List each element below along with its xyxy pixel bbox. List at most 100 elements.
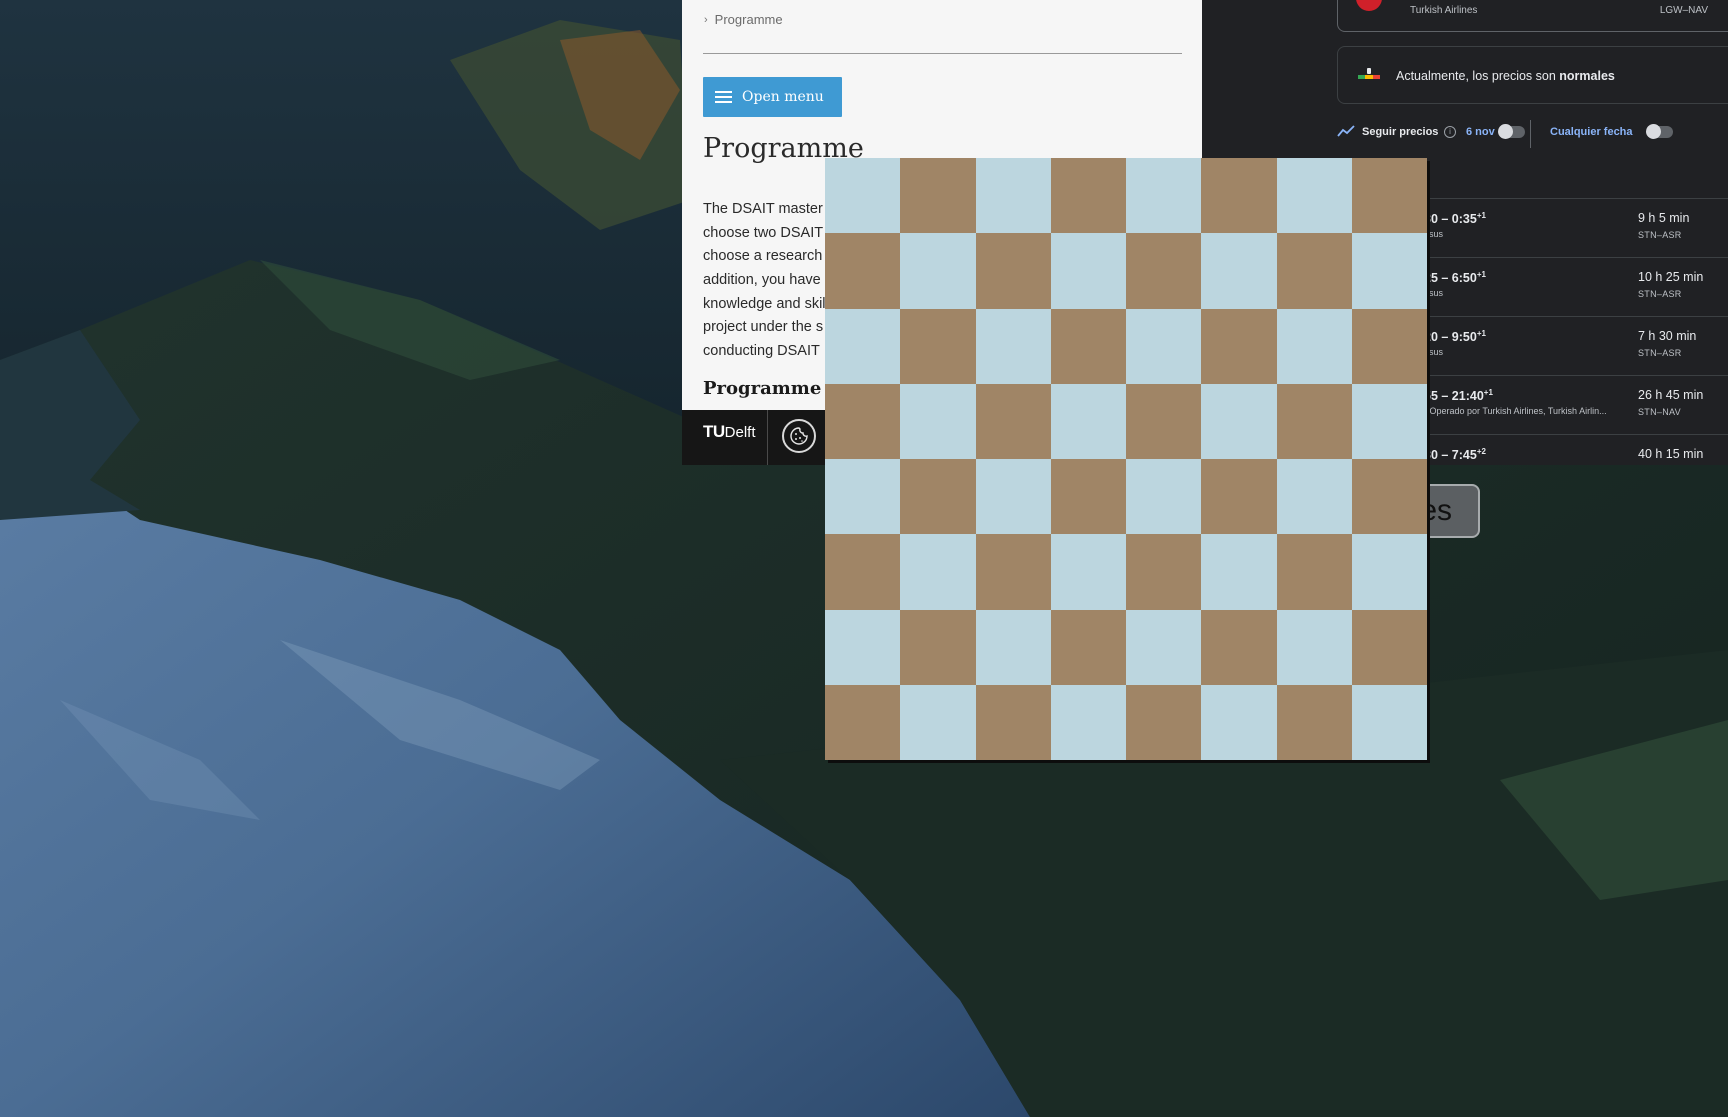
airline-name: Turkish Airlines — [1410, 5, 1478, 16]
board-square[interactable] — [900, 308, 976, 384]
chevron-right-icon: › — [704, 13, 708, 26]
board-square[interactable] — [1351, 158, 1427, 234]
board-square[interactable] — [1276, 158, 1352, 234]
logo-prefix: TU — [703, 422, 725, 441]
time-range: 20 – 9:50 — [1424, 330, 1477, 345]
board-square[interactable] — [975, 459, 1051, 535]
board-square[interactable] — [1126, 684, 1202, 760]
board-square[interactable] — [900, 534, 976, 610]
cookie-settings-button[interactable] — [782, 419, 816, 453]
board-square[interactable] — [1126, 383, 1202, 459]
board-square[interactable] — [900, 459, 976, 535]
board-square[interactable] — [1351, 233, 1427, 309]
any-date-toggle[interactable] — [1646, 124, 1673, 139]
board-square[interactable] — [1201, 383, 1277, 459]
price-gauge-icon — [1358, 68, 1380, 79]
flight-times: 25 – 6:50+1 — [1424, 270, 1486, 285]
logo-suffix: Delft — [724, 424, 756, 441]
flight-times: 20 – 9:50+1 — [1424, 329, 1486, 344]
board-square[interactable] — [825, 308, 901, 384]
breadcrumb[interactable]: › Programme — [704, 12, 783, 27]
route-code: LGW–NAV — [1659, 5, 1708, 16]
board-square[interactable] — [1201, 459, 1277, 535]
board-square[interactable] — [1201, 684, 1277, 760]
checkerboard[interactable] — [825, 158, 1427, 760]
flight-duration: 7 h 30 min — [1638, 329, 1697, 343]
price-insight-card[interactable]: Actualmente, los precios son normales — [1337, 46, 1728, 104]
flight-route: STN–ASR — [1638, 348, 1682, 358]
board-square[interactable] — [1126, 308, 1202, 384]
board-square[interactable] — [1050, 158, 1126, 234]
board-square[interactable] — [1276, 534, 1352, 610]
open-menu-button[interactable]: Open menu — [703, 77, 842, 117]
board-square[interactable] — [975, 534, 1051, 610]
board-square[interactable] — [825, 233, 901, 309]
board-square[interactable] — [1276, 383, 1352, 459]
board-square[interactable] — [1126, 534, 1202, 610]
board-square[interactable] — [1276, 609, 1352, 685]
flight-duration: 40 h 15 min — [1638, 447, 1704, 461]
board-square[interactable] — [1276, 459, 1352, 535]
board-square[interactable] — [1351, 534, 1427, 610]
day-offset: +1 — [1476, 211, 1486, 220]
trending-icon — [1337, 125, 1355, 137]
board-square[interactable] — [900, 609, 976, 685]
board-square[interactable] — [1126, 158, 1202, 234]
board-square[interactable] — [1351, 383, 1427, 459]
board-square[interactable] — [1050, 233, 1126, 309]
flight-times: 30 – 0:35+1 — [1424, 211, 1486, 226]
flight-result-card[interactable]: Turkish Airlines LGW–NAV — [1337, 0, 1728, 32]
board-square[interactable] — [1050, 383, 1126, 459]
board-square[interactable] — [825, 459, 901, 535]
board-square[interactable] — [825, 534, 901, 610]
board-square[interactable] — [975, 233, 1051, 309]
board-square[interactable] — [825, 158, 901, 234]
board-square[interactable] — [1126, 609, 1202, 685]
board-square[interactable] — [975, 609, 1051, 685]
track-date[interactable]: 6 nov — [1466, 126, 1495, 138]
board-square[interactable] — [1050, 459, 1126, 535]
board-square[interactable] — [975, 158, 1051, 234]
board-square[interactable] — [1201, 308, 1277, 384]
board-square[interactable] — [900, 383, 976, 459]
tudelft-logo[interactable]: TU Delft — [703, 422, 756, 442]
board-square[interactable] — [1351, 609, 1427, 685]
price-insight-text: Actualmente, los precios son normales — [1396, 69, 1615, 83]
board-square[interactable] — [1276, 308, 1352, 384]
time-range: 55 – 21:40 — [1424, 389, 1484, 404]
board-square[interactable] — [1276, 233, 1352, 309]
board-square[interactable] — [900, 233, 976, 309]
board-square[interactable] — [825, 684, 901, 760]
board-square[interactable] — [825, 609, 901, 685]
board-square[interactable] — [825, 383, 901, 459]
board-square[interactable] — [1050, 534, 1126, 610]
flight-duration: 9 h 5 min — [1638, 211, 1690, 225]
board-square[interactable] — [1351, 308, 1427, 384]
board-square[interactable] — [1351, 684, 1427, 760]
board-square[interactable] — [1126, 459, 1202, 535]
board-square[interactable] — [1201, 534, 1277, 610]
board-square[interactable] — [1351, 459, 1427, 535]
board-square[interactable] — [1050, 684, 1126, 760]
airline-logo-icon — [1356, 0, 1382, 11]
board-square[interactable] — [1201, 158, 1277, 234]
board-square[interactable] — [975, 684, 1051, 760]
board-square[interactable] — [1201, 609, 1277, 685]
board-square[interactable] — [1050, 308, 1126, 384]
board-square[interactable] — [900, 158, 976, 234]
board-square[interactable] — [1201, 233, 1277, 309]
flight-route: STN–NAV — [1638, 407, 1681, 417]
price-insight-prefix: Actualmente, los precios son — [1396, 69, 1560, 83]
board-square[interactable] — [1126, 233, 1202, 309]
time-range: 25 – 6:50 — [1424, 271, 1477, 286]
info-icon[interactable]: i — [1444, 126, 1456, 138]
board-square[interactable] — [900, 684, 976, 760]
board-square[interactable] — [975, 308, 1051, 384]
track-prices-toggle[interactable] — [1498, 124, 1525, 139]
board-square[interactable] — [1276, 684, 1352, 760]
breadcrumb-item-programme[interactable]: Programme — [715, 12, 783, 27]
board-square[interactable] — [975, 383, 1051, 459]
day-offset: +1 — [1483, 388, 1493, 397]
time-range: 30 – 7:45 — [1424, 448, 1477, 463]
board-square[interactable] — [1050, 609, 1126, 685]
